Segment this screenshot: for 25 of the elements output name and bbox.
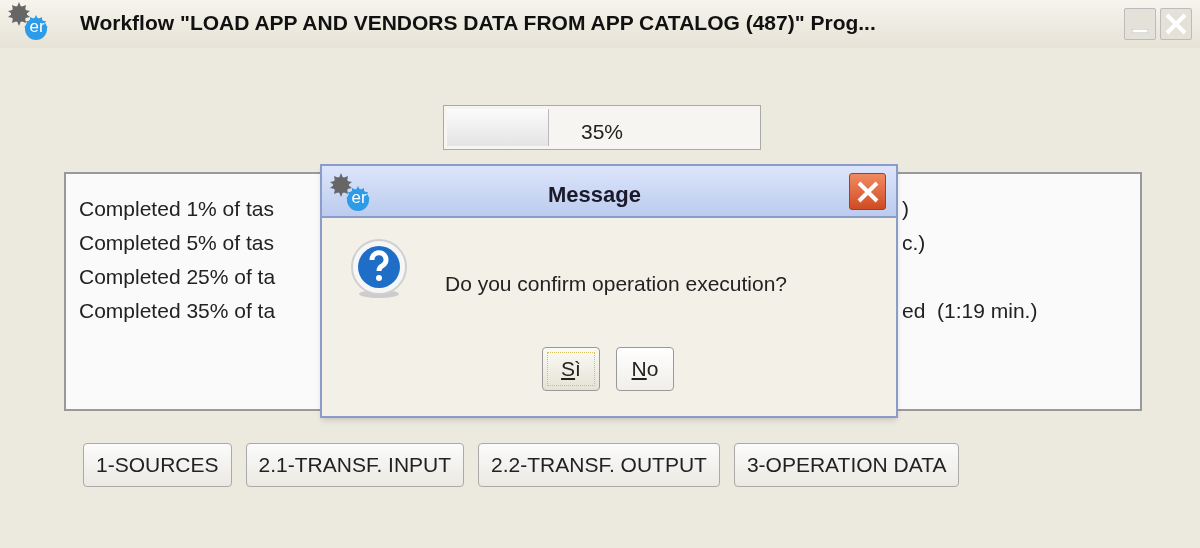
log-line: c.) — [902, 230, 926, 256]
log-line: ) — [902, 196, 909, 222]
minimize-button[interactable] — [1124, 8, 1156, 40]
log-line: Completed 5% of tas — [79, 230, 274, 256]
log-line: Completed 35% of ta — [79, 298, 276, 324]
window-title: Workflow "LOAD APP AND VENDORS DATA FROM APP CATALOG (487)" Prog... — [80, 10, 876, 37]
question-icon — [348, 238, 410, 300]
dialog-button[interactable]: Sì — [542, 347, 600, 391]
tab-button[interactable]: 1-SOURCES — [83, 443, 232, 487]
dialog-button[interactable]: No — [616, 347, 674, 391]
dialog-title: Message — [548, 181, 641, 209]
dialog-message: Do you confirm operation execution? — [445, 271, 788, 297]
close-icon — [1164, 12, 1188, 36]
progress-text: 35% — [580, 119, 624, 145]
log-line: ed (1:19 min.) — [902, 298, 1038, 324]
log-line: Completed 1% of tas — [79, 196, 274, 222]
tab-button[interactable]: 2.1-TRANSF. INPUT — [245, 443, 465, 487]
close-button[interactable] — [849, 173, 886, 210]
tab-button[interactable]: 3-OPERATION DATA — [733, 443, 960, 487]
minimize-icon — [1132, 29, 1148, 33]
logo-text: er — [350, 188, 368, 208]
close-icon — [855, 179, 880, 204]
logo-text: er — [28, 17, 46, 37]
log-line: Completed 25% of ta — [79, 264, 276, 290]
tab-button[interactable]: 2.2-TRANSF. OUTPUT — [478, 443, 720, 487]
